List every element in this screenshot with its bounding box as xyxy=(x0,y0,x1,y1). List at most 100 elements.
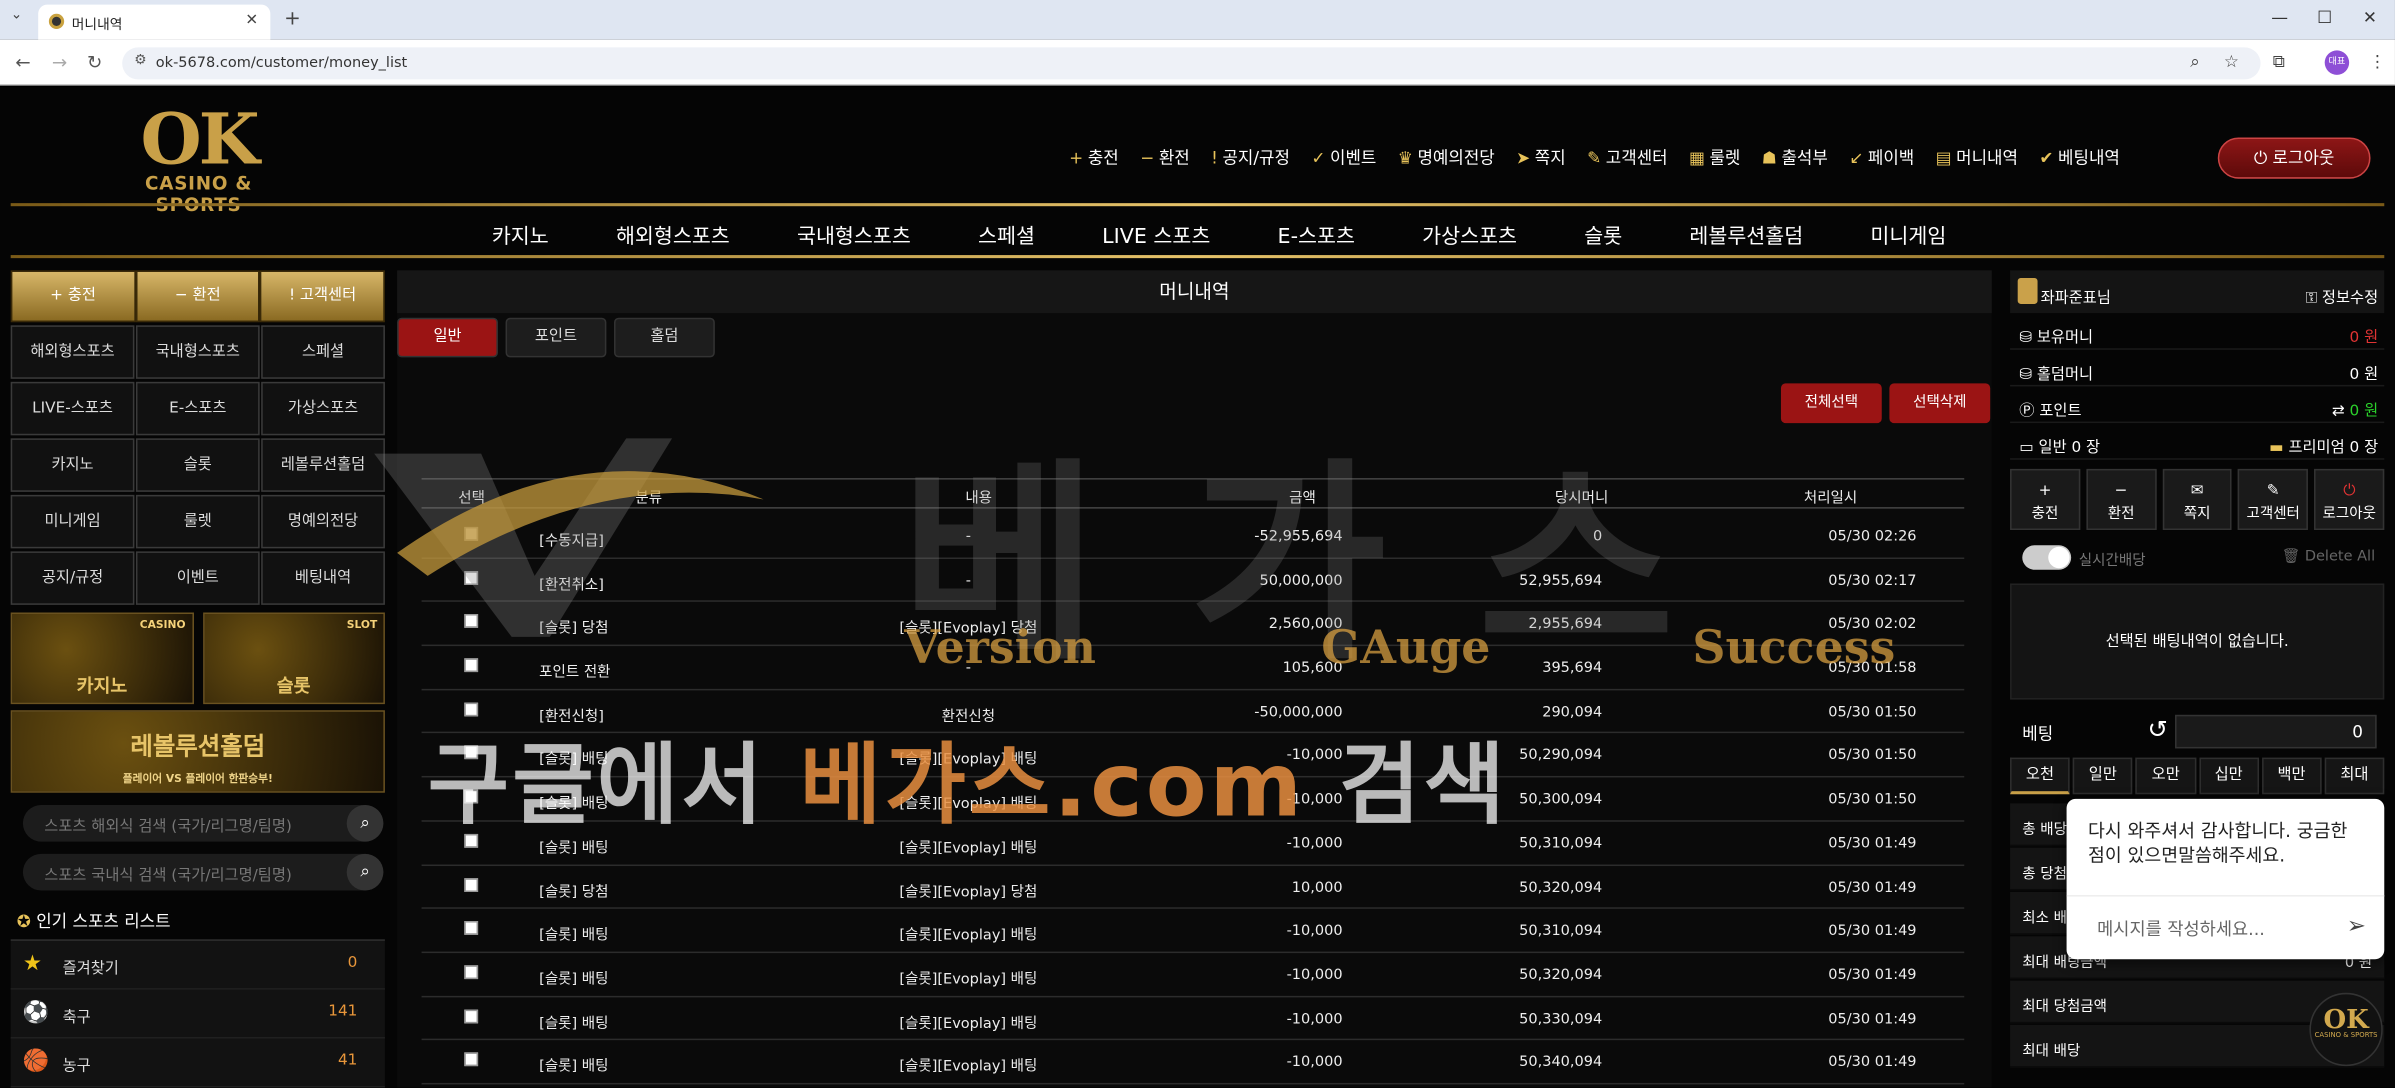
category-menu-item[interactable]: 명예의전당 xyxy=(261,494,385,549)
top-nav-item[interactable]: ! 공지/규정 xyxy=(1211,145,1290,169)
delete-all-button[interactable]: 🗑 Delete All xyxy=(2282,548,2375,565)
edit-profile-link[interactable]: ⚿ 정보수정 xyxy=(2305,284,2378,307)
main-nav-item[interactable]: 슬롯 xyxy=(1551,218,1656,249)
row-checkbox[interactable] xyxy=(464,1008,479,1023)
casino-banner[interactable]: 카지노 CASINO xyxy=(10,612,194,705)
holdem-banner[interactable]: 레볼루션홀덤 플레이어 VS 플레이어 한판승부! xyxy=(10,710,385,793)
row-checkbox[interactable] xyxy=(464,746,479,760)
new-tab-icon[interactable]: + xyxy=(284,8,301,31)
close-window-icon[interactable]: ✕ xyxy=(2363,8,2377,28)
main-nav-item[interactable]: 스페셜 xyxy=(944,218,1068,249)
top-nav-item[interactable]: ✔ 베팅내역 xyxy=(2039,145,2119,169)
tab-search-icon[interactable]: ⌄ xyxy=(11,8,23,23)
chat-input[interactable]: 메시지를 작성하세요... ➢ xyxy=(2066,895,2385,959)
quick-button[interactable]: + 충전 xyxy=(10,270,136,323)
delete-selected-button[interactable]: 선택삭제 xyxy=(1889,383,1991,424)
account-action-button[interactable]: − 환전 xyxy=(2086,468,2157,531)
category-menu-item[interactable]: 해외형스포츠 xyxy=(10,325,135,379)
main-nav-item[interactable]: 레볼루션홀덤 xyxy=(1656,218,1837,249)
amount-button[interactable]: 일만 xyxy=(2072,757,2133,795)
browser-menu-icon[interactable]: ⋮ xyxy=(2369,52,2386,72)
minimize-icon[interactable]: — xyxy=(2271,8,2288,28)
category-menu-item[interactable]: 레볼루션홀덤 xyxy=(261,438,385,492)
row-checkbox[interactable] xyxy=(464,702,479,716)
search-icon[interactable]: ⌕ xyxy=(346,853,384,891)
domestic-search-input[interactable]: 스포츠 국내식 검색 (국가/리그명/팀명) ⌕ xyxy=(22,853,384,891)
top-nav-item[interactable]: ▤ 머니내역 xyxy=(1936,145,2018,169)
main-nav-item[interactable]: 미니게임 xyxy=(1837,218,1980,249)
top-nav-item[interactable]: ☗ 출석부 xyxy=(1762,145,1828,169)
top-nav-item[interactable]: ▦ 룰렛 xyxy=(1689,145,1740,169)
select-all-button[interactable]: 전체선택 xyxy=(1780,383,1882,424)
account-action-button[interactable]: + 충전 xyxy=(2010,468,2081,531)
category-menu-item[interactable]: 미니게임 xyxy=(10,494,135,549)
top-nav-item[interactable]: ✎ 고객센터 xyxy=(1587,145,1667,169)
send-icon[interactable]: ➢ xyxy=(2347,912,2366,939)
history-tab[interactable]: 홀덤 xyxy=(614,317,715,358)
sport-list-item[interactable]: ⚽ 축구 141 xyxy=(10,989,385,1039)
logout-button[interactable]: ⏻ 로그아웃 xyxy=(2217,137,2371,179)
chat-launcher-logo[interactable]: OK CASINO & SPORTS xyxy=(2309,992,2383,1067)
extensions-icon[interactable]: ⧉ xyxy=(2273,52,2285,73)
quick-button[interactable]: − 환전 xyxy=(135,270,261,323)
forward-icon[interactable]: → xyxy=(52,52,67,73)
category-menu-item[interactable]: 국내형스포츠 xyxy=(135,325,260,379)
history-tab[interactable]: 포인트 xyxy=(505,317,607,358)
browser-tab[interactable]: 머니내역 ✕ xyxy=(38,4,271,40)
reload-icon[interactable]: ↻ xyxy=(87,52,102,73)
sport-list-item[interactable]: 🏀 농구 41 xyxy=(10,1038,385,1088)
main-nav-item[interactable]: 국내형스포츠 xyxy=(763,218,944,249)
top-nav-item[interactable]: − 환전 xyxy=(1140,145,1190,169)
category-menu-item[interactable]: 공지/규정 xyxy=(10,551,135,605)
category-menu-item[interactable]: LIVE-스포츠 xyxy=(10,381,135,436)
amount-button[interactable]: 최대 xyxy=(2324,757,2385,795)
convert-icon[interactable]: ⇄ xyxy=(2332,403,2350,420)
top-nav-item[interactable]: + 충전 xyxy=(1069,145,1119,169)
category-menu-item[interactable]: 스페셜 xyxy=(261,325,385,379)
sport-list-item[interactable]: ★ 즐겨찾기 0 xyxy=(10,940,385,990)
point-value[interactable]: ⇄ 0 원 xyxy=(2332,397,2378,420)
main-nav-item[interactable]: LIVE 스포츠 xyxy=(1069,218,1244,249)
account-action-button[interactable]: ✉ 쪽지 xyxy=(2162,468,2233,531)
category-menu-item[interactable]: 가상스포츠 xyxy=(261,381,385,436)
profile-avatar[interactable]: 대표 xyxy=(2324,50,2350,75)
amount-button[interactable]: 오만 xyxy=(2135,757,2196,795)
history-tab[interactable]: 일반 xyxy=(397,317,498,358)
main-nav-item[interactable]: 카지노 xyxy=(458,218,582,249)
amount-button[interactable]: 오천 xyxy=(2010,757,2070,795)
row-checkbox[interactable] xyxy=(464,921,479,936)
category-menu-item[interactable]: 카지노 xyxy=(10,438,135,492)
row-checkbox[interactable] xyxy=(464,658,479,673)
top-nav-item[interactable]: ✓ 이벤트 xyxy=(1311,145,1376,169)
bookmark-star-icon[interactable]: ☆ xyxy=(2224,52,2239,72)
search-icon[interactable]: ⌕ xyxy=(346,804,384,842)
account-action-button[interactable]: ✎ 고객센터 xyxy=(2238,468,2309,531)
top-nav-item[interactable]: ↙ 페이백 xyxy=(1849,145,1914,169)
realtime-odds-toggle[interactable] xyxy=(2022,545,2072,570)
row-checkbox[interactable] xyxy=(464,614,479,629)
main-nav-item[interactable]: E-스포츠 xyxy=(1244,218,1389,249)
row-checkbox[interactable] xyxy=(464,789,479,804)
account-action-button[interactable]: ⏻ 로그아웃 xyxy=(2314,468,2385,531)
amount-button[interactable]: 십만 xyxy=(2198,757,2259,795)
overseas-search-input[interactable]: 스포츠 해외식 검색 (국가/리그명/팀명) ⌕ xyxy=(22,804,384,842)
row-checkbox[interactable] xyxy=(464,1052,479,1067)
row-checkbox[interactable] xyxy=(464,965,479,979)
slot-banner[interactable]: 슬롯 SLOT xyxy=(202,612,385,705)
back-icon[interactable]: ← xyxy=(15,52,30,73)
row-checkbox[interactable] xyxy=(464,570,479,585)
site-logo[interactable]: OK CASINO & SPORTS xyxy=(107,104,290,216)
close-tab-icon[interactable]: ✕ xyxy=(245,12,258,29)
top-nav-item[interactable]: ♛ 명예의전당 xyxy=(1398,145,1495,169)
quick-button[interactable]: ! 고객센터 xyxy=(260,270,385,323)
row-checkbox[interactable] xyxy=(464,877,479,892)
main-nav-item[interactable]: 가상스포츠 xyxy=(1389,218,1551,249)
row-checkbox[interactable] xyxy=(464,833,479,848)
url-field[interactable]: ⚙ ok-5678.com/customer/money_list xyxy=(122,47,2261,80)
category-menu-item[interactable]: 룰렛 xyxy=(135,494,260,549)
site-info-icon[interactable]: ⚙ xyxy=(134,53,146,68)
amount-button[interactable]: 백만 xyxy=(2261,757,2322,795)
maximize-icon[interactable]: ☐ xyxy=(2317,8,2332,28)
category-menu-item[interactable]: 슬롯 xyxy=(135,438,260,492)
zoom-icon[interactable]: ⌕ xyxy=(2190,52,2199,73)
